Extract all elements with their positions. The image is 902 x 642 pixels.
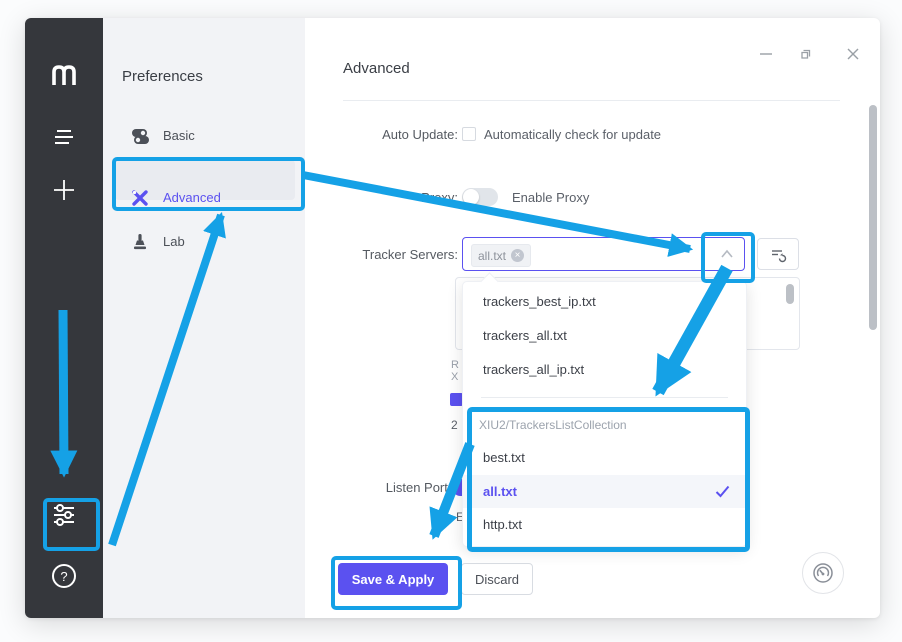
auto-update-checkbox[interactable]	[462, 127, 476, 141]
nav-lab-label: Lab	[163, 234, 185, 249]
dropdown-item[interactable]: trackers_all.txt	[463, 319, 746, 352]
dropdown-divider	[481, 397, 728, 398]
help-icon[interactable]: ?	[51, 563, 77, 589]
title-divider	[343, 100, 840, 101]
basic-toggles-icon	[130, 126, 150, 146]
discard-button[interactable]: Discard	[461, 563, 533, 595]
add-task-icon[interactable]	[52, 178, 76, 202]
speedometer-icon	[811, 561, 835, 585]
textarea-scrollbar[interactable]	[786, 284, 794, 304]
proxy-label: Proxy:	[308, 190, 458, 205]
tag-remove-icon[interactable]: ×	[511, 249, 524, 262]
dropdown-item[interactable]: trackers_best_ip.txt	[463, 285, 746, 318]
close-button[interactable]	[843, 44, 863, 64]
annotation-box-tracker-group	[467, 407, 750, 552]
svg-text:?: ?	[60, 569, 67, 584]
obscured-text-fragment: R	[451, 359, 459, 371]
restore-button[interactable]	[796, 44, 816, 64]
preferences-title: Preferences	[122, 68, 203, 85]
sync-list-icon	[769, 246, 787, 263]
motrix-logo-icon	[46, 57, 82, 93]
selected-tracker-tag: all.txt ×	[471, 244, 531, 267]
desktop-background: ? Preferences Basic Advanced	[0, 0, 902, 642]
sidebar-item-basic[interactable]: Basic	[130, 126, 290, 146]
auto-update-label: Auto Update:	[308, 127, 458, 142]
annotation-box-settings	[43, 498, 100, 551]
listen-ports-label: Listen Ports:	[308, 480, 458, 495]
annotation-box-chevron	[701, 232, 755, 283]
task-list-icon[interactable]	[52, 126, 76, 148]
proxy-toggle[interactable]	[462, 188, 498, 206]
app-window: ? Preferences Basic Advanced	[25, 18, 880, 618]
nav-basic-label: Basic	[163, 128, 195, 143]
page-title: Advanced	[343, 60, 410, 77]
obscured-text-fragment: X	[451, 371, 458, 383]
lab-stamp-icon	[130, 232, 150, 252]
obscured-text-fragment: 2	[451, 418, 458, 432]
content-scrollbar[interactable]	[869, 105, 877, 330]
sidebar-item-lab[interactable]: Lab	[130, 232, 290, 252]
tracker-servers-label: Tracker Servers:	[308, 247, 458, 262]
speed-limit-button[interactable]	[802, 552, 844, 594]
proxy-toggle-label: Enable Proxy	[512, 190, 589, 205]
selected-tracker-tag-label: all.txt	[478, 249, 506, 263]
minimize-button[interactable]	[756, 44, 776, 64]
annotation-box-advanced	[112, 157, 305, 211]
proxy-toggle-knob	[463, 189, 479, 205]
annotation-box-save	[331, 556, 462, 610]
dropdown-item[interactable]: trackers_all_ip.txt	[463, 353, 746, 386]
preferences-panel: Preferences	[103, 18, 305, 618]
auto-update-checkbox-label[interactable]: Automatically check for update	[484, 127, 661, 142]
refresh-trackers-button[interactable]	[757, 238, 799, 270]
